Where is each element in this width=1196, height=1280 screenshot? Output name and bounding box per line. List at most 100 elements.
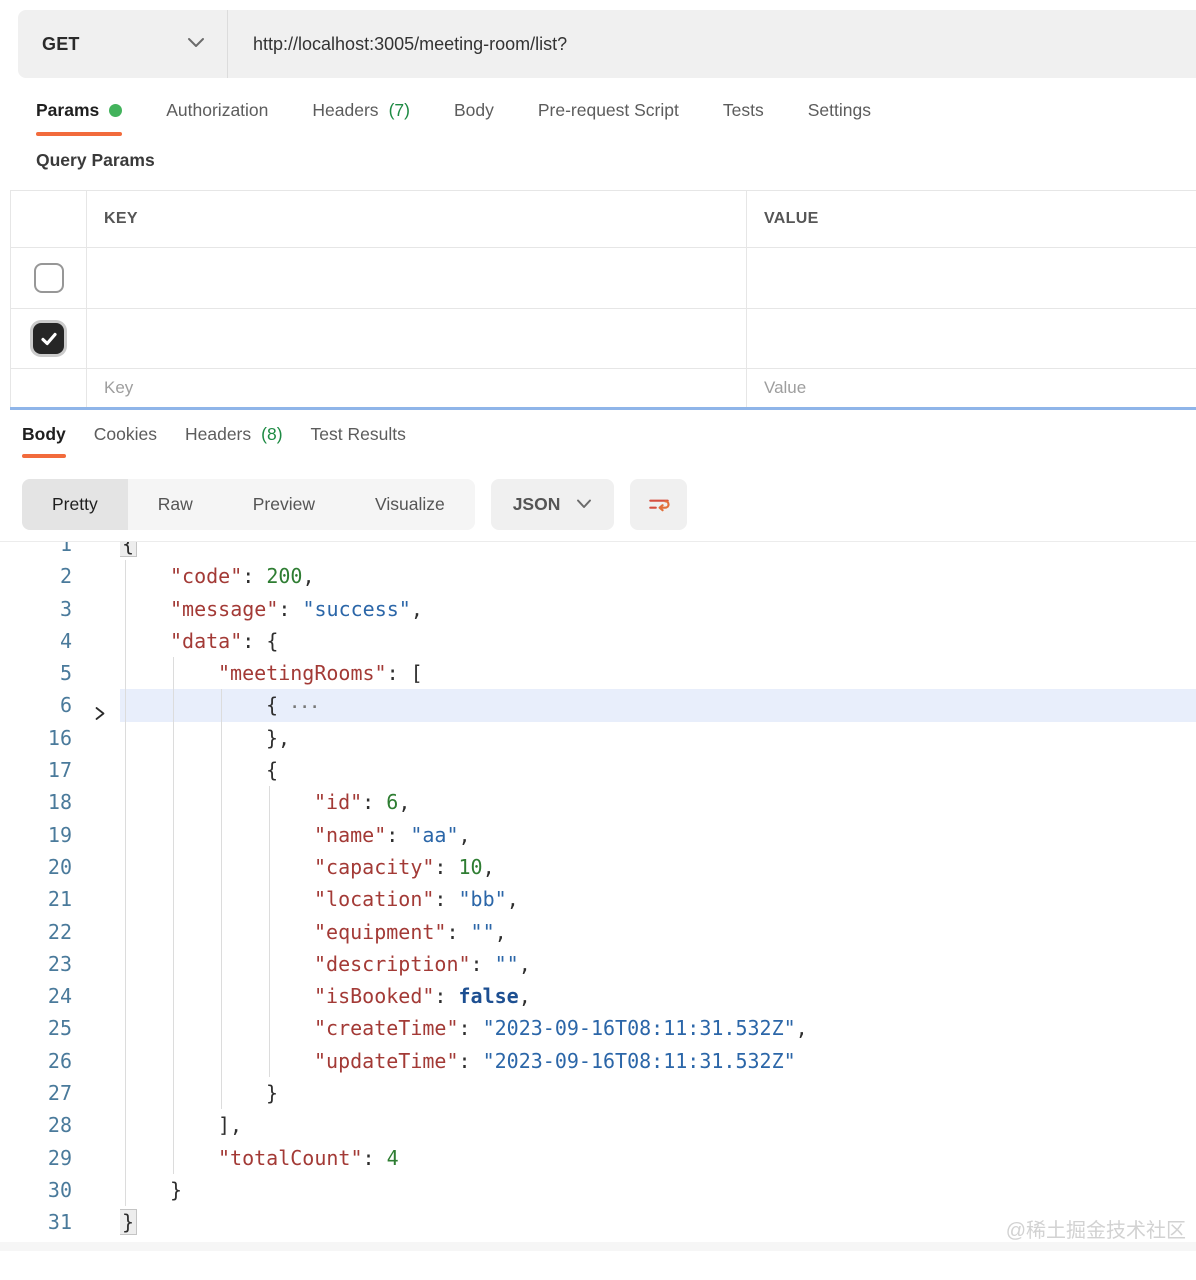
indent-guide [221, 722, 222, 754]
tab-label: Body [22, 424, 66, 445]
param-placeholder-row: Key Value [11, 369, 1196, 407]
code-line-25: 25"createTime": "2023-09-16T08:11:31.532… [0, 1012, 1196, 1044]
token-pun: { [266, 629, 278, 653]
tab-params[interactable]: Params [36, 100, 122, 136]
param-value-cell[interactable] [747, 248, 1196, 308]
indent-guide [221, 916, 222, 948]
method-select[interactable]: GET [18, 10, 228, 78]
view-mode-raw[interactable]: Raw [128, 479, 223, 530]
fold-gutter [86, 541, 120, 560]
token-pun: , [507, 887, 519, 911]
code-line-content: "meetingRooms": [ [120, 657, 1196, 689]
code-line-3: 3"message": "success", [0, 593, 1196, 625]
code-line-28: 28], [0, 1109, 1196, 1141]
code-line-17: 17{ [0, 754, 1196, 786]
line-number: 6 [0, 689, 86, 721]
param-checkbox-checked[interactable] [33, 323, 64, 354]
token-pun: : [242, 564, 266, 588]
token-pun: , [302, 564, 314, 588]
tab-settings[interactable]: Settings [808, 100, 871, 136]
url-input[interactable]: http://localhost:3005/meeting-room/list? [228, 10, 1196, 78]
token-pun: ], [218, 1113, 242, 1137]
indent-guide [173, 948, 174, 980]
indent-guide [125, 560, 126, 592]
line-number: 30 [0, 1174, 86, 1206]
code-line-22: 22"equipment": "", [0, 916, 1196, 948]
params-header-row: KEY VALUE [11, 191, 1196, 248]
indent-guide [269, 1045, 270, 1077]
pane-resize-divider[interactable] [10, 407, 1196, 410]
format-select[interactable]: JSON [491, 479, 615, 530]
indent-guide [125, 786, 126, 818]
token-pun: , [398, 790, 410, 814]
token-pun: : [434, 887, 458, 911]
indent-guide [125, 1077, 126, 1109]
line-number: 16 [0, 722, 86, 754]
view-mode-pretty[interactable]: Pretty [22, 479, 128, 530]
params-select-all-cell [11, 191, 87, 247]
code-line-content: "data": { [120, 625, 1196, 657]
tab-label: Headers [185, 424, 251, 445]
token-key: "code" [170, 564, 242, 588]
fold-gutter [86, 722, 120, 754]
response-tab-body[interactable]: Body [22, 424, 66, 458]
token-key: "meetingRooms" [218, 661, 387, 685]
tab-authorization[interactable]: Authorization [166, 100, 268, 136]
indent-guide [125, 1142, 126, 1174]
code-line-16: 16}, [0, 722, 1196, 754]
tab-tests[interactable]: Tests [723, 100, 764, 136]
indent-guide [221, 1077, 222, 1109]
wrap-text-button[interactable] [630, 479, 687, 530]
indent-guide [125, 1109, 126, 1141]
fold-gutter [86, 1206, 120, 1238]
tab-pre-request-script[interactable]: Pre-request Script [538, 100, 679, 136]
param-checkbox-unchecked[interactable] [34, 263, 64, 293]
value-column-header: VALUE [764, 210, 819, 228]
code-line-content: "location": "bb", [120, 883, 1196, 915]
token-key: "updateTime" [314, 1049, 459, 1073]
value-input[interactable]: Value [764, 378, 806, 398]
indent-guide [173, 883, 174, 915]
indent-guide [125, 980, 126, 1012]
fold-gutter [86, 625, 120, 657]
code-line-content: { ··· [120, 689, 1196, 721]
response-tab-headers[interactable]: Headers (8) [185, 424, 283, 458]
view-mode-preview[interactable]: Preview [223, 479, 345, 530]
tab-headers[interactable]: Headers(7) [312, 100, 410, 136]
token-pun: { [266, 693, 290, 717]
fold-gutter [86, 1012, 120, 1044]
code-line-content: }, [120, 722, 1196, 754]
response-tab-cookies[interactable]: Cookies [94, 424, 157, 458]
view-mode-visualize[interactable]: Visualize [345, 479, 475, 530]
tab-label: Tests [723, 100, 764, 121]
token-pun: : [386, 823, 410, 847]
param-row [11, 309, 1196, 369]
request-url-bar: GET http://localhost:3005/meeting-room/l… [0, 0, 1196, 78]
fold-gutter [86, 948, 120, 980]
token-key: "name" [314, 823, 386, 847]
code-line-content: { [120, 541, 1196, 560]
token-pun: : [471, 952, 495, 976]
code-line-24: 24"isBooked": false, [0, 980, 1196, 1012]
key-input[interactable]: Key [104, 378, 133, 398]
response-tab-test-results[interactable]: Test Results [311, 424, 406, 458]
token-key: "message" [170, 597, 278, 621]
indent-guide [221, 980, 222, 1012]
line-number: 18 [0, 786, 86, 818]
tab-body[interactable]: Body [454, 100, 494, 136]
token-key: "totalCount" [218, 1146, 363, 1170]
line-number: 20 [0, 851, 86, 883]
param-key-cell[interactable] [87, 309, 747, 368]
tab-count-badge: (8) [261, 424, 282, 445]
token-pun: : [434, 984, 458, 1008]
indent-guide [125, 948, 126, 980]
param-value-cell[interactable] [747, 309, 1196, 368]
line-number: 17 [0, 754, 86, 786]
param-key-cell[interactable] [87, 248, 747, 308]
token-str: "2023-09-16T08:11:31.532Z" [483, 1016, 796, 1040]
fold-gutter [86, 1045, 120, 1077]
code-line-content: "isBooked": false, [120, 980, 1196, 1012]
code-line-content: "id": 6, [120, 786, 1196, 818]
token-str: "2023-09-16T08:11:31.532Z" [483, 1049, 796, 1073]
indent-guide [173, 722, 174, 754]
